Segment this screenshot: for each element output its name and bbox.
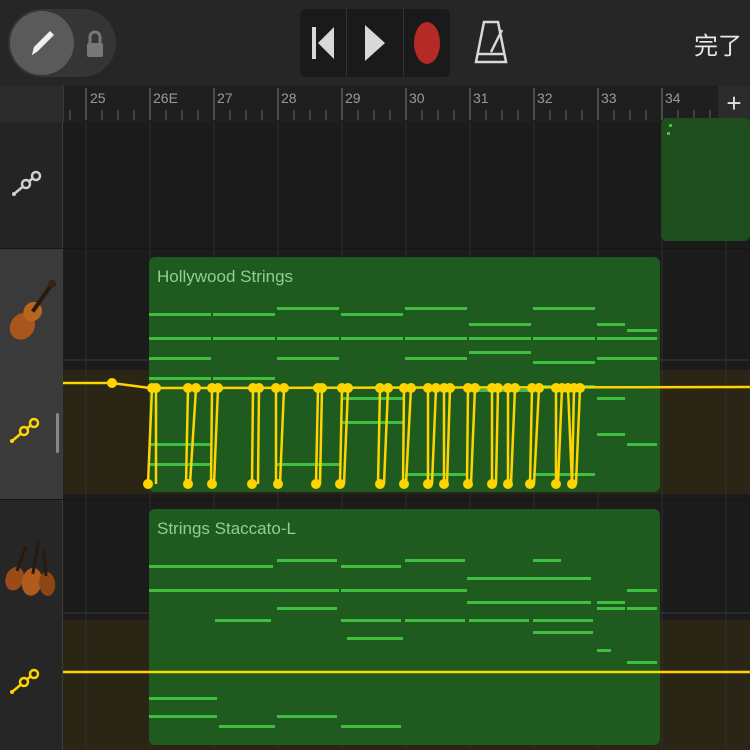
- automation-curve-staccato[interactable]: [0, 0, 750, 750]
